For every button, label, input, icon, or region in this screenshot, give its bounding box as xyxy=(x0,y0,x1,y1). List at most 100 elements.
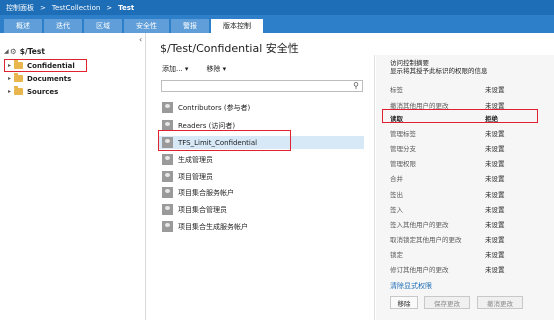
remove-dropdown[interactable]: 移除 ▾ xyxy=(206,64,226,74)
group-icon xyxy=(162,102,173,113)
breadcrumb-separator: > xyxy=(40,3,46,12)
permission-value[interactable]: 未设置 xyxy=(485,158,505,168)
group-icon xyxy=(162,171,173,182)
add-dropdown[interactable]: 添加... ▾ xyxy=(162,64,188,74)
tree-item-sources[interactable]: ▸ Sources xyxy=(8,86,58,97)
permission-value[interactable]: 未设置 xyxy=(485,219,505,229)
breadcrumb-separator: > xyxy=(106,3,113,12)
tab-overview[interactable]: 概述 xyxy=(4,19,42,33)
group-icon xyxy=(162,204,173,215)
permission-row[interactable]: 管理权限 未设置 xyxy=(390,156,542,169)
tree-root[interactable]: ◢ ⚙ $/Test xyxy=(4,47,45,56)
permission-name: 签出 xyxy=(390,190,403,199)
permission-name: 取消锁定其他用户的更改 xyxy=(390,235,462,244)
group-icon xyxy=(162,187,173,198)
permission-row[interactable]: 修订其他用户的更改 未设置 xyxy=(390,262,542,275)
group-icon xyxy=(162,154,173,165)
permission-name: 锁定 xyxy=(390,250,403,259)
permission-name: 管理权限 xyxy=(390,159,416,168)
member-label: 项目管理员 xyxy=(178,172,213,181)
member-label: Contributors (参与者) xyxy=(178,103,251,112)
breadcrumb-control-panel[interactable]: 控制面板 xyxy=(6,3,34,13)
breadcrumb-project[interactable]: Test xyxy=(118,4,134,12)
page-title: $/Test/Confidential 安全性 xyxy=(160,42,299,55)
tab-iterations[interactable]: 迭代 xyxy=(44,19,82,33)
permission-name: 签入 xyxy=(390,205,403,214)
tab-security[interactable]: 安全性 xyxy=(124,19,169,33)
member-collection-admins[interactable]: 项目集合管理员 xyxy=(162,203,227,216)
member-label: 生成管理员 xyxy=(178,155,213,164)
permission-value[interactable]: 未设置 xyxy=(485,204,505,214)
permission-name: 管理分支 xyxy=(390,144,416,153)
panel-divider xyxy=(374,55,375,320)
permission-value[interactable]: 未设置 xyxy=(485,84,505,94)
undo-changes-button[interactable]: 撤消更改 xyxy=(477,296,523,309)
clear-explicit-permissions-link[interactable]: 清除显式权限 xyxy=(390,281,432,291)
permission-value[interactable]: 未设置 xyxy=(485,264,505,274)
permission-name: 修订其他用户的更改 xyxy=(390,265,449,274)
member-toolbar: 添加... ▾ 移除 ▾ xyxy=(162,64,226,74)
permission-row[interactable]: 取消锁定其他用户的更改 未设置 xyxy=(390,232,542,245)
add-label: 添加... xyxy=(162,65,183,73)
permission-name: 标签 xyxy=(390,85,403,94)
remove-button[interactable]: 移除 xyxy=(390,296,418,309)
permission-value[interactable]: 未设置 xyxy=(485,234,505,244)
member-label: 项目集合管理员 xyxy=(178,205,227,214)
permission-row[interactable]: 管理分支 未设置 xyxy=(390,141,542,154)
tab-version-control[interactable]: 版本控制 xyxy=(211,19,263,33)
tree-item-label: Sources xyxy=(27,87,59,96)
member-label: 项目集合服务帐户 xyxy=(178,188,234,197)
chevron-down-icon: ▾ xyxy=(184,65,189,73)
permission-value[interactable]: 未设置 xyxy=(485,189,505,199)
source-tree-panel: ‹ ◢ ⚙ $/Test ▸ Confidential ▸ Documents … xyxy=(0,33,146,320)
highlight-box xyxy=(382,109,538,123)
save-changes-button[interactable]: 保存更改 xyxy=(424,296,470,309)
permission-row[interactable]: 签出 未设置 xyxy=(390,187,542,200)
permission-value[interactable]: 未设置 xyxy=(485,143,505,153)
folder-icon xyxy=(14,73,23,82)
member-project-admins[interactable]: 项目管理员 xyxy=(162,170,213,183)
member-collection-build-service-accounts[interactable]: 项目集合生成服务帐户 xyxy=(162,220,248,233)
permission-row[interactable]: 签入其他用户的更改 未设置 xyxy=(390,217,542,230)
permission-name: 撤消其他用户的更改 xyxy=(390,101,449,110)
permission-row[interactable]: 标签 未设置 xyxy=(390,82,542,95)
highlight-box xyxy=(158,130,291,151)
member-build-admins[interactable]: 生成管理员 xyxy=(162,153,213,166)
search-input[interactable]: ⚲ xyxy=(161,80,363,92)
permission-row[interactable]: 管理标签 未设置 xyxy=(390,126,542,139)
tree-root-label: $/Test xyxy=(19,47,45,56)
collapse-panel-icon[interactable]: ‹ xyxy=(139,35,142,44)
member-collection-service-accounts[interactable]: 项目集合服务帐户 xyxy=(162,186,234,199)
tree-item-documents[interactable]: ▸ Documents xyxy=(8,73,71,84)
tab-bar: 概述 迭代 区域 安全性 警报 版本控制 xyxy=(0,15,554,33)
panel-subheading: 显示将其授予此标识的权限的信息 xyxy=(390,67,488,75)
permission-name: 管理标签 xyxy=(390,129,416,138)
member-label: 项目集合生成服务帐户 xyxy=(178,222,248,231)
permission-value[interactable]: 未设置 xyxy=(485,173,505,183)
permission-value[interactable]: 未设置 xyxy=(485,100,505,110)
access-summary-panel: 访问控制摘要 显示将其授予此标识的权限的信息 标签 未设置 撤消其他用户的更改 … xyxy=(376,55,554,320)
permission-value[interactable]: 未设置 xyxy=(485,249,505,259)
chevron-down-icon: ▾ xyxy=(222,65,227,73)
panel-header: 访问控制摘要 显示将其授予此标识的权限的信息 xyxy=(390,59,488,75)
folder-icon xyxy=(14,86,23,95)
permission-row[interactable]: 合并 未设置 xyxy=(390,171,542,184)
tab-alerts[interactable]: 警报 xyxy=(171,19,209,33)
member-label: Readers (访问者) xyxy=(178,121,236,130)
permission-row[interactable]: 签入 未设置 xyxy=(390,202,542,215)
tab-areas[interactable]: 区域 xyxy=(84,19,122,33)
group-icon xyxy=(162,221,173,232)
tree-item-label: Documents xyxy=(27,74,72,83)
permission-row[interactable]: 锁定 未设置 xyxy=(390,247,542,260)
remove-label: 移除 xyxy=(206,65,221,73)
server-icon: ⚙ xyxy=(10,47,17,56)
permission-value[interactable]: 未设置 xyxy=(485,128,505,138)
permission-name: 合并 xyxy=(390,174,403,183)
panel-heading: 访问控制摘要 xyxy=(390,59,429,67)
highlight-box xyxy=(4,59,87,72)
breadcrumb: 控制面板 > TestCollection > Test xyxy=(0,0,554,15)
search-icon[interactable]: ⚲ xyxy=(353,81,359,90)
breadcrumb-collection[interactable]: TestCollection xyxy=(52,4,100,12)
member-contributors[interactable]: Contributors (参与者) xyxy=(162,101,250,114)
permission-name: 签入其他用户的更改 xyxy=(390,220,449,229)
